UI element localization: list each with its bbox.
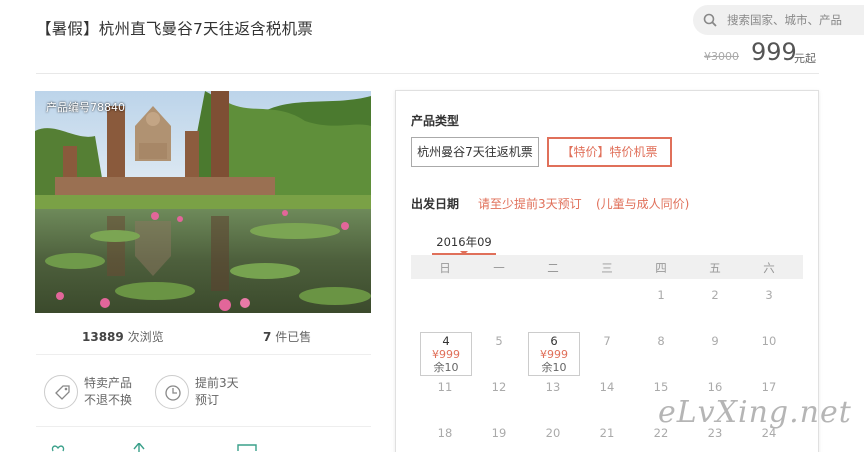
- stats-divider: [36, 354, 371, 355]
- search-box[interactable]: 搜索国家、城市、产品: [693, 5, 864, 35]
- features-divider: [36, 426, 371, 427]
- page-title: 【暑假】杭州直飞曼谷7天往返含税机票: [36, 20, 313, 38]
- calendar-day: 9: [711, 334, 719, 348]
- option-roundtrip-ticket[interactable]: 杭州曼谷7天往返机票: [411, 137, 539, 167]
- calendar-day: 14: [599, 380, 615, 394]
- header-divider: [36, 73, 819, 74]
- product-code: 产品编号78840: [46, 101, 125, 114]
- original-price: ¥3000: [704, 50, 739, 63]
- weekday-sat: 六: [763, 261, 775, 275]
- share-icon[interactable]: [132, 443, 146, 452]
- feature-advance: 提前3天 预订: [195, 375, 239, 409]
- product-photo[interactable]: [35, 91, 371, 313]
- calendar-day: 10: [761, 334, 777, 348]
- weekday-fri: 五: [709, 261, 721, 275]
- views-count: 13889: [82, 330, 124, 344]
- tag-icon: [44, 375, 78, 409]
- weekday-sun: 日: [439, 261, 451, 275]
- calendar-day: 20: [545, 426, 561, 440]
- calendar-day: 15: [653, 380, 669, 394]
- feature-advance-line2: 预订: [195, 393, 220, 407]
- calendar-day-available[interactable]: 6 ¥999 余10: [528, 332, 580, 376]
- search-icon: [703, 13, 717, 27]
- calendar-day: 16: [707, 380, 723, 394]
- weekday-wed: 三: [601, 261, 613, 275]
- calendar-day: 21: [599, 426, 615, 440]
- child-price-note: (儿童与成人同价): [596, 197, 690, 211]
- clock-icon: [155, 375, 189, 409]
- option-special-ticket[interactable]: 【特价】特价机票: [547, 137, 672, 167]
- heart-icon[interactable]: [50, 443, 72, 452]
- calendar-day: 5: [495, 334, 503, 348]
- sold-label: 件已售: [275, 330, 312, 344]
- price-unit: 元起: [794, 52, 816, 65]
- departure-date-label: 出发日期: [411, 197, 460, 211]
- sold-count: 7: [263, 330, 272, 344]
- weekday-tue: 二: [547, 261, 559, 275]
- feature-special-line2: 不退不换: [84, 393, 133, 407]
- calendar-day-available[interactable]: 4 ¥999 余10: [420, 332, 472, 376]
- comment-icon[interactable]: [236, 443, 260, 452]
- search-placeholder: 搜索国家、城市、产品: [727, 13, 842, 27]
- calendar-day: 11: [437, 380, 453, 394]
- calendar-day: 18: [437, 426, 453, 440]
- calendar-day: 3: [765, 288, 773, 302]
- calendar-day: 12: [491, 380, 507, 394]
- calendar-day: 1: [657, 288, 665, 302]
- calendar-day: 7: [603, 334, 611, 348]
- feature-special-line1: 特卖产品: [84, 376, 133, 390]
- views-label: 次浏览: [127, 330, 164, 344]
- available-day-price: ¥999: [540, 348, 568, 361]
- feature-advance-line1: 提前3天: [195, 376, 239, 390]
- sold-stat: 7 件已售: [263, 328, 311, 345]
- current-price: 999: [751, 38, 797, 66]
- available-day-price: ¥999: [432, 348, 460, 361]
- product-type-label: 产品类型: [411, 114, 460, 128]
- available-day-stock: 余10: [541, 361, 567, 374]
- calendar-day: 2: [711, 288, 719, 302]
- watermark: eLvXing.net: [658, 395, 852, 430]
- advance-booking-note: 请至少提前3天预订: [478, 197, 582, 211]
- weekday-mon: 一: [493, 261, 505, 275]
- available-day-number: 6: [550, 334, 558, 348]
- feature-special: 特卖产品 不退不换: [84, 375, 132, 409]
- calendar-day: 19: [491, 426, 507, 440]
- views-stat: 13889 次浏览: [82, 328, 164, 345]
- calendar-day: 13: [545, 380, 561, 394]
- calendar-day: 8: [657, 334, 665, 348]
- available-day-stock: 余10: [433, 361, 459, 374]
- weekday-thu: 四: [655, 261, 667, 275]
- calendar-day: 17: [761, 380, 777, 394]
- available-day-number: 4: [442, 334, 450, 348]
